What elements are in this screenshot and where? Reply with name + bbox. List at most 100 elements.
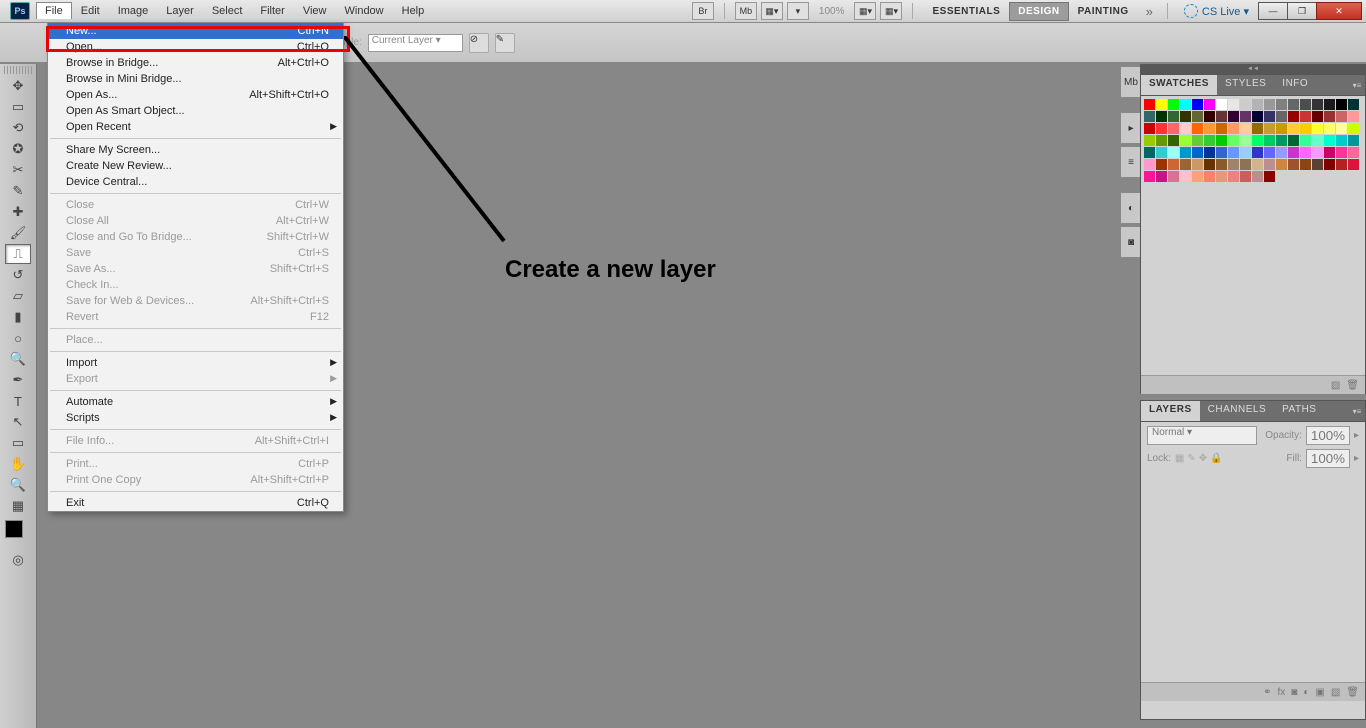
swatch[interactable]: [1324, 123, 1335, 134]
swatch[interactable]: [1228, 135, 1239, 146]
swatch[interactable]: [1180, 135, 1191, 146]
tab-swatches[interactable]: SWATCHES: [1141, 75, 1217, 95]
swatch[interactable]: [1300, 111, 1311, 122]
swatch[interactable]: [1216, 111, 1227, 122]
guides-icon[interactable]: ▦▾: [880, 2, 902, 20]
menu-edit[interactable]: Edit: [72, 2, 109, 20]
swatch[interactable]: [1204, 147, 1215, 158]
menu-item-scripts[interactable]: Scripts▶: [48, 410, 343, 426]
swatch[interactable]: [1144, 123, 1155, 134]
swatch[interactable]: [1180, 111, 1191, 122]
dock-collapse-grip[interactable]: [1140, 64, 1366, 74]
history-panel-icon[interactable]: ▸: [1120, 112, 1142, 144]
swatch[interactable]: [1144, 111, 1155, 122]
eyedropper-tool[interactable]: ✎: [5, 181, 31, 201]
color-swatches[interactable]: [5, 520, 31, 546]
swatch[interactable]: [1324, 99, 1335, 110]
swatch[interactable]: [1180, 147, 1191, 158]
zoom-tool[interactable]: 🔍: [5, 475, 31, 495]
menu-item-import[interactable]: Import▶: [48, 355, 343, 371]
swatch[interactable]: [1264, 147, 1275, 158]
swatch[interactable]: [1216, 99, 1227, 110]
swatch[interactable]: [1180, 99, 1191, 110]
actions-panel-icon[interactable]: ≡: [1120, 146, 1142, 178]
menu-item-open[interactable]: Open...Ctrl+O: [48, 39, 343, 55]
swatch[interactable]: [1240, 111, 1251, 122]
ignore-adjustment-icon[interactable]: ⊘: [469, 33, 489, 53]
swatch[interactable]: [1216, 171, 1227, 182]
layer-group-icon[interactable]: ▣: [1315, 687, 1324, 698]
swatch[interactable]: [1348, 99, 1359, 110]
swatch[interactable]: [1204, 123, 1215, 134]
swatch[interactable]: [1168, 99, 1179, 110]
swatch[interactable]: [1204, 99, 1215, 110]
swatch[interactable]: [1336, 159, 1347, 170]
window-close-button[interactable]: ✕: [1316, 2, 1362, 20]
layer-mask-icon[interactable]: ◙: [1291, 687, 1297, 698]
swatch[interactable]: [1348, 147, 1359, 158]
swatch[interactable]: [1300, 123, 1311, 134]
swatch[interactable]: [1156, 159, 1167, 170]
gradient-tool[interactable]: ▮: [5, 307, 31, 327]
minibridge-icon[interactable]: Mb: [735, 2, 757, 20]
workspace-essentials[interactable]: ESSENTIALS: [923, 2, 1009, 21]
swatch[interactable]: [1240, 171, 1251, 182]
marquee-tool[interactable]: ▭: [5, 97, 31, 117]
swatch[interactable]: [1156, 135, 1167, 146]
brush-tool[interactable]: 🖌: [5, 223, 31, 243]
swatch[interactable]: [1312, 147, 1323, 158]
swatch[interactable]: [1192, 135, 1203, 146]
swatch[interactable]: [1324, 135, 1335, 146]
swatch[interactable]: [1216, 135, 1227, 146]
layer-style-icon[interactable]: fx: [1278, 687, 1286, 698]
history-brush-tool[interactable]: ↺: [5, 265, 31, 285]
menu-file[interactable]: File: [36, 2, 72, 19]
swatch[interactable]: [1288, 135, 1299, 146]
swatch[interactable]: [1264, 171, 1275, 182]
swatch[interactable]: [1228, 147, 1239, 158]
swatches-grid[interactable]: [1141, 96, 1365, 185]
swatch[interactable]: [1228, 159, 1239, 170]
new-swatch-icon[interactable]: ▧: [1331, 380, 1340, 391]
swatch[interactable]: [1264, 99, 1275, 110]
menu-layer[interactable]: Layer: [157, 2, 203, 20]
swatch[interactable]: [1228, 171, 1239, 182]
layer-fill-input[interactable]: [1306, 449, 1350, 468]
lock-all-icon[interactable]: 🔒: [1210, 453, 1222, 464]
swatch[interactable]: [1156, 111, 1167, 122]
lock-position-icon[interactable]: ✥: [1199, 453, 1207, 464]
type-tool[interactable]: T: [5, 391, 31, 411]
masks-panel-icon[interactable]: ◙: [1120, 226, 1142, 258]
swatch[interactable]: [1288, 99, 1299, 110]
swatch[interactable]: [1192, 99, 1203, 110]
workspace-design[interactable]: DESIGN: [1009, 2, 1068, 21]
menu-item-device-central[interactable]: Device Central...: [48, 174, 343, 190]
new-layer-icon[interactable]: ▧: [1331, 687, 1340, 698]
swatch[interactable]: [1144, 135, 1155, 146]
arrange-icon[interactable]: ▾: [787, 2, 809, 20]
swatch[interactable]: [1300, 147, 1311, 158]
swatch[interactable]: [1264, 159, 1275, 170]
lasso-tool[interactable]: ⟲: [5, 118, 31, 138]
swatch[interactable]: [1348, 135, 1359, 146]
swatch[interactable]: [1288, 123, 1299, 134]
swatch[interactable]: [1300, 99, 1311, 110]
cs-live-button[interactable]: CS Live ▾: [1178, 4, 1255, 18]
lock-pixels-icon[interactable]: ▦: [1175, 453, 1184, 464]
tab-channels[interactable]: CHANNELS: [1200, 401, 1274, 421]
swatch[interactable]: [1180, 159, 1191, 170]
bridge-icon[interactable]: Br: [692, 2, 714, 20]
adjustments-panel-icon[interactable]: ◐: [1120, 192, 1142, 224]
swatch[interactable]: [1252, 135, 1263, 146]
minibridge-panel-icon[interactable]: Mb: [1120, 66, 1142, 98]
swatch[interactable]: [1192, 171, 1203, 182]
quick-select-tool[interactable]: ✪: [5, 139, 31, 159]
swatch[interactable]: [1348, 111, 1359, 122]
swatch[interactable]: [1252, 99, 1263, 110]
swatch[interactable]: [1276, 123, 1287, 134]
swatch[interactable]: [1156, 147, 1167, 158]
menu-item-exit[interactable]: ExitCtrl+Q: [48, 495, 343, 511]
swatch[interactable]: [1168, 147, 1179, 158]
eraser-tool[interactable]: ▱: [5, 286, 31, 306]
swatch[interactable]: [1312, 159, 1323, 170]
